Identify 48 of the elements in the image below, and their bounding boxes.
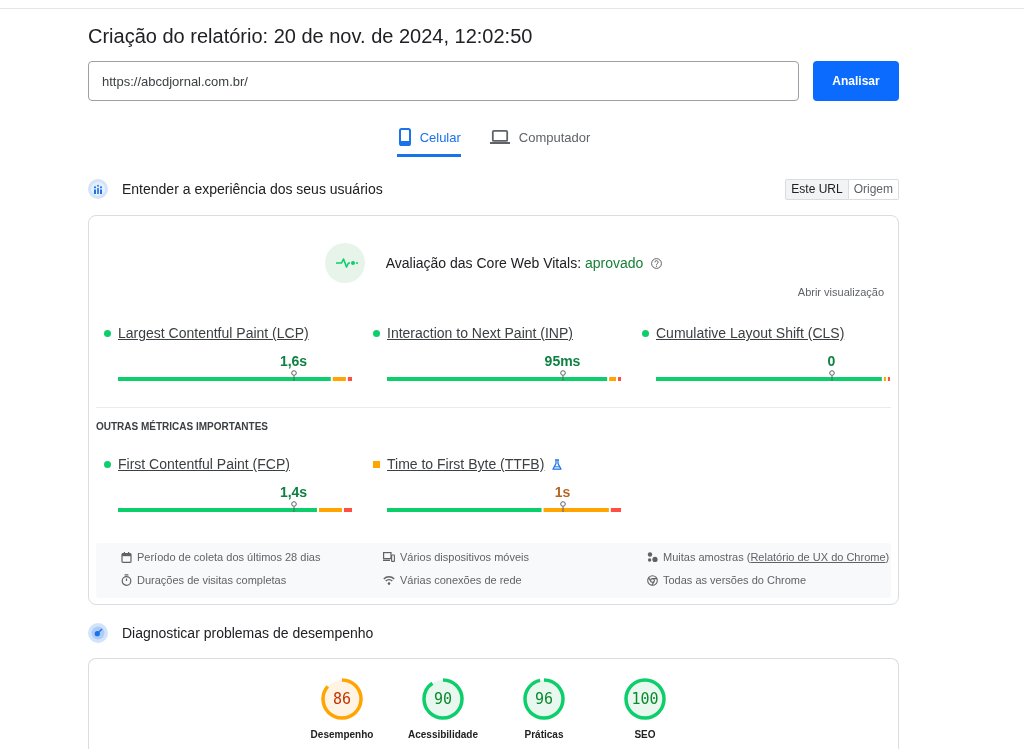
info-text: Todas as versões do Chrome <box>663 573 807 587</box>
gauge-label: Práticas <box>524 728 564 742</box>
analyze-button[interactable]: Analisar <box>813 61 899 101</box>
gauge-label: SEO <box>634 728 656 742</box>
metric-value: 1s <box>554 484 571 500</box>
scope-toggle[interactable]: Este URL <box>785 178 849 200</box>
phone-icon <box>398 128 411 146</box>
people-chart-icon <box>88 179 108 199</box>
metric-link[interactable]: Interaction to Next Paint (INP) <box>387 325 573 341</box>
metric-link[interactable]: Largest Contentful Paint (LCP) <box>118 325 309 341</box>
devices-icon <box>383 552 395 562</box>
gauge-label: Acessibilidade <box>408 728 478 742</box>
metric-link[interactable]: First Contentful Paint (FCP) <box>118 456 290 472</box>
timer-icon <box>121 574 132 586</box>
info-text: Várias conexões de rede <box>400 573 522 587</box>
dots-icon <box>647 551 658 563</box>
report-title: Criação do relatório: 20 de nov. de 2024, 12:02:50 <box>88 24 534 49</box>
scope-toggle[interactable]: Origem <box>848 178 899 200</box>
help-icon <box>651 257 663 269</box>
device-tab[interactable]: Celular <box>396 120 461 157</box>
expand-view-link[interactable]: Abrir visualização <box>797 285 884 299</box>
section-title: Diagnosticar problemas de desempenho <box>122 625 375 641</box>
score-value: 96 <box>534 690 554 708</box>
url-field[interactable]: https://abcdjornal.com.br/ <box>88 61 799 101</box>
info-text: Muitas amostras (Relatório de UX do Chrome) <box>663 550 890 564</box>
subsection-heading: OUTRAS MÉTRICAS IMPORTANTES <box>96 420 270 434</box>
metric-link[interactable]: Cumulative Layout Shift (CLS) <box>656 325 845 341</box>
score-value: 86 <box>332 690 352 708</box>
metric-value: 0 <box>827 353 836 369</box>
assessment-text: Avaliação das Core Web Vitals: aprovado <box>385 255 644 271</box>
score-value: 90 <box>433 690 453 708</box>
metric-link[interactable]: Time to First Byte (TTFB) <box>387 456 545 472</box>
metric-value: 1,6s <box>279 353 308 369</box>
info-text: Vários dispositivos móveis <box>400 550 529 564</box>
section-title: Entender a experiência dos seus usuários <box>122 181 384 197</box>
laptop-icon <box>489 130 510 144</box>
wifi-icon <box>383 575 395 585</box>
score-value: 100 <box>631 690 659 708</box>
aperture-icon <box>647 574 658 586</box>
report-link[interactable]: Relatório de UX do Chrome <box>750 551 886 563</box>
target-icon <box>88 623 108 643</box>
device-tab[interactable]: Computador <box>487 120 591 157</box>
calendar-icon <box>121 551 132 563</box>
info-text: Durações de visitas completas <box>137 573 287 587</box>
metric-value: 1,4s <box>279 484 308 500</box>
gauge-label: Desempenho <box>310 728 374 742</box>
info-text: Período de coleta dos últimos 28 dias <box>137 550 321 564</box>
metric-value: 95ms <box>544 353 581 369</box>
